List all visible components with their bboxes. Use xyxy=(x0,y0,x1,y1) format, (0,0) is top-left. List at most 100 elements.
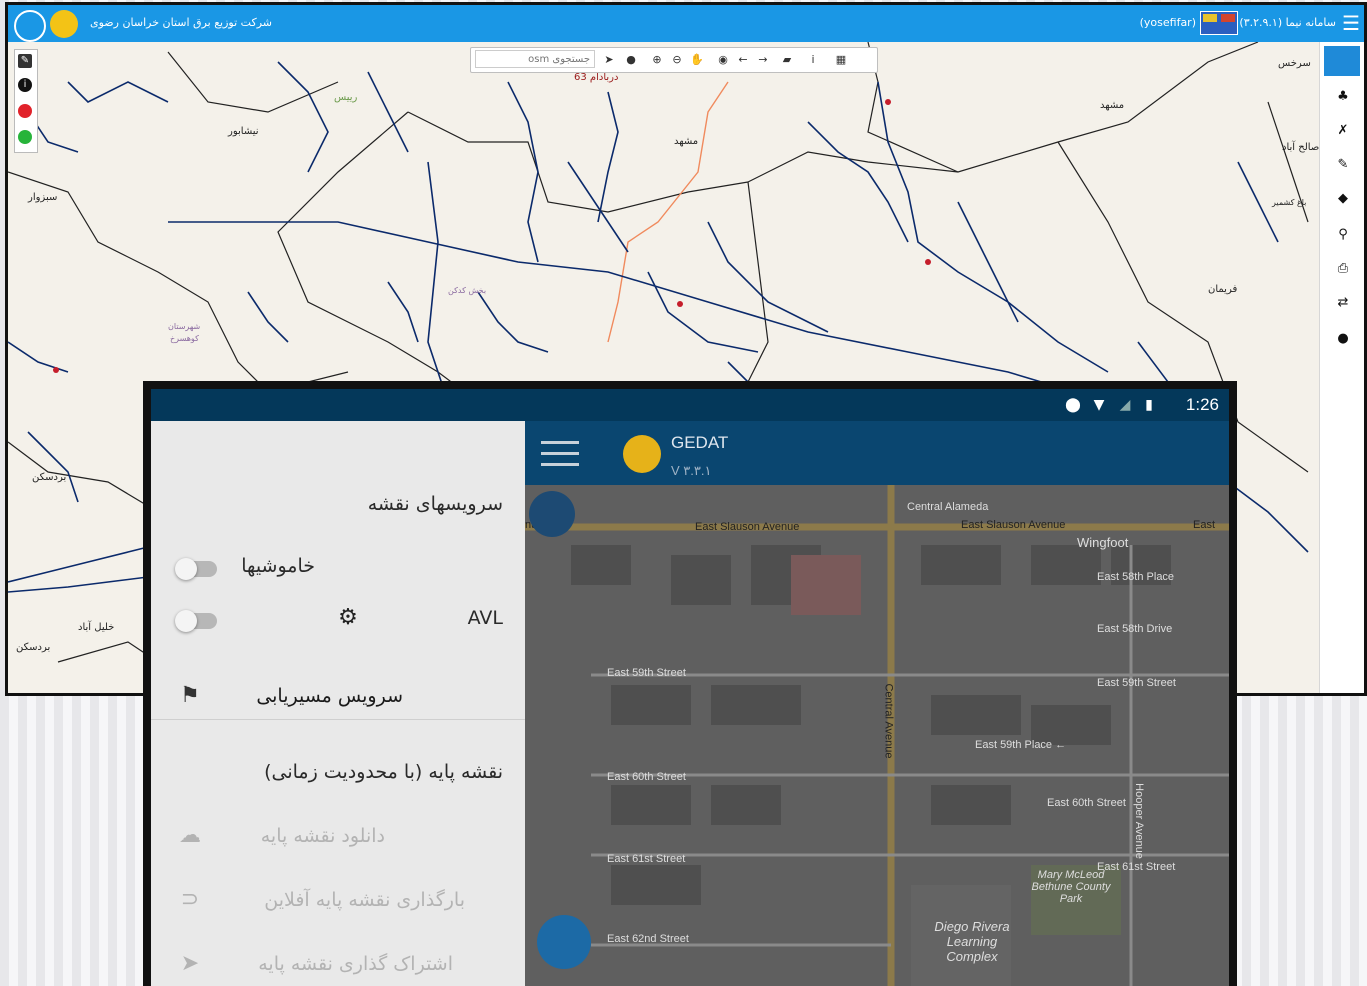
send-icon: ➤ xyxy=(180,951,200,976)
compass-icon[interactable] xyxy=(529,491,575,537)
search-icon[interactable]: ⚲ xyxy=(1334,226,1352,244)
map-label-bardaskan: بردسکن xyxy=(32,472,67,483)
hierarchy-icon[interactable]: ♣ xyxy=(1334,88,1352,106)
outages-toggle[interactable] xyxy=(175,558,217,580)
street-label: East 59th Place ← xyxy=(975,739,1067,751)
shuffle-icon[interactable]: ⇄ xyxy=(1334,294,1352,312)
street-label: East xyxy=(1193,519,1216,531)
info-icon[interactable]: i xyxy=(805,52,821,68)
street-label: Central Alameda xyxy=(907,501,989,513)
street-label: East 58th Place xyxy=(1097,571,1175,583)
layers-icon[interactable] xyxy=(1324,46,1360,76)
map-label-mashhad: مشهد xyxy=(674,136,699,147)
basemap-title: نقشه پایه (با محدودیت زمانی) xyxy=(264,761,503,783)
brush-icon[interactable]: ✎ xyxy=(1334,156,1352,174)
map-label-sarakhs: سرخس xyxy=(1278,58,1311,69)
map-label-saleh-abad: صالح آباد xyxy=(1282,142,1320,153)
arrow-back-icon[interactable]: ← xyxy=(735,52,751,68)
tavanir-logo xyxy=(14,10,46,42)
street-label: Central Avenue xyxy=(882,683,895,759)
app-logo-icon xyxy=(1200,11,1238,35)
street-label: East Slauson Avenue xyxy=(695,521,800,533)
osm-search-input[interactable] xyxy=(475,50,595,68)
map-label-neyshabur: نیشابور xyxy=(228,126,259,137)
routing-icon: ⚑ xyxy=(180,683,200,708)
map-label-bakhsh: بخش کدکن xyxy=(448,286,487,295)
park-label: Mary McLeod Bethune County Park xyxy=(1031,869,1111,905)
street-label: Hooper Avenue xyxy=(1132,783,1145,859)
drawer-header: سرویسهای نقشه xyxy=(367,493,503,515)
street-label: East 59th Street xyxy=(607,667,686,679)
map-label-reeis: رییس xyxy=(334,92,358,103)
gedat-logo xyxy=(623,435,661,473)
hamburger-menu-icon[interactable] xyxy=(541,441,579,467)
street-label: East 58th Drive xyxy=(1097,623,1173,635)
phone-screenshot: ⬤ ▼ ◢ ▮ 1:26 GEDAT V ۳.۳.۱ East Slauson … xyxy=(143,381,1237,986)
map-label-khalil-abad: خلیل آباد xyxy=(78,622,115,633)
pan-hand-icon[interactable]: ✋ xyxy=(689,52,705,68)
app-title: GEDAT xyxy=(671,433,729,452)
routing-service-item[interactable]: سرویس مسیریابی xyxy=(256,685,403,707)
map-left-tools: ✎ i xyxy=(14,49,38,153)
map-label-bagh-keshmir: باغ کشمیر xyxy=(1272,198,1307,207)
print-icon[interactable]: ⎙ xyxy=(1334,260,1352,278)
attach-icon: ⊂ xyxy=(180,887,200,912)
street-label: Wingfoot xyxy=(1077,535,1129,550)
zoom-in-icon[interactable]: ⊕ xyxy=(649,52,665,68)
app-version: V ۳.۳.۱ xyxy=(671,463,712,478)
cloud-download-icon: ☁ xyxy=(179,823,201,848)
clock: 1:26 xyxy=(1185,395,1219,414)
globe-icon[interactable]: ◉ xyxy=(715,52,731,68)
android-status-bar: ⬤ ▼ ◢ ▮ 1:26 xyxy=(151,389,1229,421)
map-toolbar: ➤ ● ⊕ ⊖ ✋ ◉ ← → ▰ i ▦ xyxy=(470,47,878,73)
upload-offline-basemap-item[interactable]: بارگذاری نقشه پایه آفلاین xyxy=(264,889,465,911)
eraser-icon[interactable]: ▰ xyxy=(779,52,795,68)
signal-icon: ◢ xyxy=(1119,397,1131,413)
map-label-bardaskan2: بردسکن xyxy=(16,642,51,653)
school-label: Diego Rivera Learning Complex xyxy=(934,919,1010,964)
wifi-icon: ▼ xyxy=(1093,397,1105,413)
share-basemap-item[interactable]: اشتراک گذاری نقشه پایه xyxy=(258,953,453,975)
location-icon: ⬤ xyxy=(1065,397,1081,413)
stop-red-icon[interactable] xyxy=(18,104,32,118)
pointer-icon[interactable]: ➤ xyxy=(601,52,617,68)
street-label: East Slauson Avenue xyxy=(961,519,1066,531)
street-label: East 60th Street xyxy=(607,771,686,783)
avl-label: AVL xyxy=(467,607,503,629)
username: (yosefifar) xyxy=(1139,16,1196,29)
street-label: East 62nd Street xyxy=(607,933,689,945)
drawer-divider xyxy=(151,719,525,720)
navigation-drawer: سرویسهای نقشه خاموشیها AVL ⚙ ⚑ سرویس مسی… xyxy=(151,421,525,986)
hamburger-menu-icon[interactable]: ☰ xyxy=(1342,13,1360,33)
street-label: East 61st Street xyxy=(607,853,686,865)
right-rail: ♣ ✗ ✎ ◆ ⚲ ⎙ ⇄ ● xyxy=(1319,42,1364,693)
map-label-koohsorkh: کوهسرخ xyxy=(170,334,199,343)
map-label-sabzevar: سبزوار xyxy=(28,192,58,203)
company-logo xyxy=(50,10,78,38)
system-title: سامانه نیما (۳.۲.۹.۱) xyxy=(1239,16,1336,29)
map-label-shahrestan: شهرستان xyxy=(168,322,201,331)
street-label: East 59th Street xyxy=(1097,677,1176,689)
measure-icon[interactable]: ✗ xyxy=(1334,122,1352,140)
grid-icon[interactable]: ▦ xyxy=(833,52,849,68)
gis-topbar: شرکت توزیع برق استان خراسان رضوی (yosefi… xyxy=(8,5,1364,42)
comment-icon[interactable]: ● xyxy=(623,52,639,68)
tool-icon[interactable]: ✎ xyxy=(18,54,32,68)
arrow-forward-icon[interactable]: → xyxy=(755,52,771,68)
map-label-fariman: فریمان xyxy=(1208,284,1238,295)
battery-icon: ▮ xyxy=(1145,397,1153,413)
zoom-out-icon[interactable]: ⊖ xyxy=(669,52,685,68)
edit-fab-icon[interactable] xyxy=(537,915,591,969)
gear-icon[interactable]: ⚙ xyxy=(331,605,365,631)
outages-label: خاموشیها xyxy=(241,555,315,577)
avl-toggle[interactable] xyxy=(175,610,217,632)
street-label: East 60th Street xyxy=(1047,797,1126,809)
map-label-mashhad: مشهد xyxy=(1100,100,1125,111)
info-icon[interactable]: i xyxy=(18,78,32,92)
download-basemap-item[interactable]: دانلود نقشه پایه xyxy=(261,825,385,847)
map-label-d63: دربادام 63 xyxy=(574,72,619,83)
comment-icon[interactable]: ● xyxy=(1334,330,1352,348)
tags-icon[interactable]: ◆ xyxy=(1334,190,1352,208)
company-name: شرکت توزیع برق استان خراسان رضوی xyxy=(90,16,272,29)
start-green-icon[interactable] xyxy=(18,130,32,144)
